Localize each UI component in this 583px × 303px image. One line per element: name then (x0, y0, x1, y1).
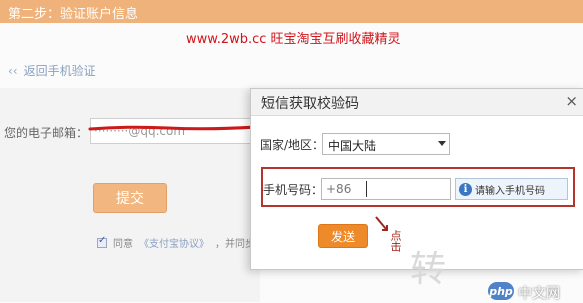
agreement-link[interactable]: 《支付宝协议》 (139, 235, 209, 250)
php-logo: php (488, 282, 514, 300)
agree-suffix: ，并同步 (215, 239, 255, 250)
region-label: 国家/地区： (260, 138, 325, 152)
region-value: 中国大陆 (328, 139, 377, 153)
back-to-phone-verify-link[interactable]: ‹‹ 返回手机验证 (8, 62, 96, 79)
step-title: 第二步：验证账户信息 (8, 7, 139, 22)
close-icon[interactable]: × (565, 92, 578, 110)
text-cursor (366, 181, 367, 197)
email-value: ·········@qq.com (94, 124, 186, 138)
chevron-left-icon: ‹‹ (8, 63, 18, 78)
arrow-icon (375, 216, 388, 231)
dialog-title: 短信获取校验码 (261, 96, 359, 112)
annotation-text: 点击 (389, 230, 402, 252)
caret-down-icon (438, 141, 446, 146)
info-icon: i (459, 182, 472, 196)
hint-text: 请输入手机号码 (475, 185, 545, 197)
agree-prefix: 同意 (113, 239, 133, 250)
agreement-row: 同意 《支付宝协议》 ，并同步 (97, 235, 255, 250)
phone-label: 手机号码： (263, 183, 324, 197)
watermark-char: 转 (410, 249, 447, 290)
watermark-text: www.2wb.cc 旺宝淘宝互刷收藏精灵 (186, 32, 401, 47)
dialog-header: 短信获取校验码 × (251, 89, 583, 116)
site-watermark-label: 中文网 (518, 286, 560, 302)
phone-hint-tooltip: i 请输入手机号码 (455, 178, 568, 200)
back-link-label: 返回手机验证 (23, 64, 96, 78)
phone-prefix: +86 (326, 182, 352, 196)
send-button[interactable]: 发送 (318, 224, 368, 248)
submit-button[interactable]: 提交 (93, 183, 167, 213)
step-header-bar: 第二步：验证账户信息 (0, 0, 583, 23)
checkbox-icon[interactable] (97, 235, 107, 248)
email-label: 您的电子邮箱： (4, 126, 89, 140)
